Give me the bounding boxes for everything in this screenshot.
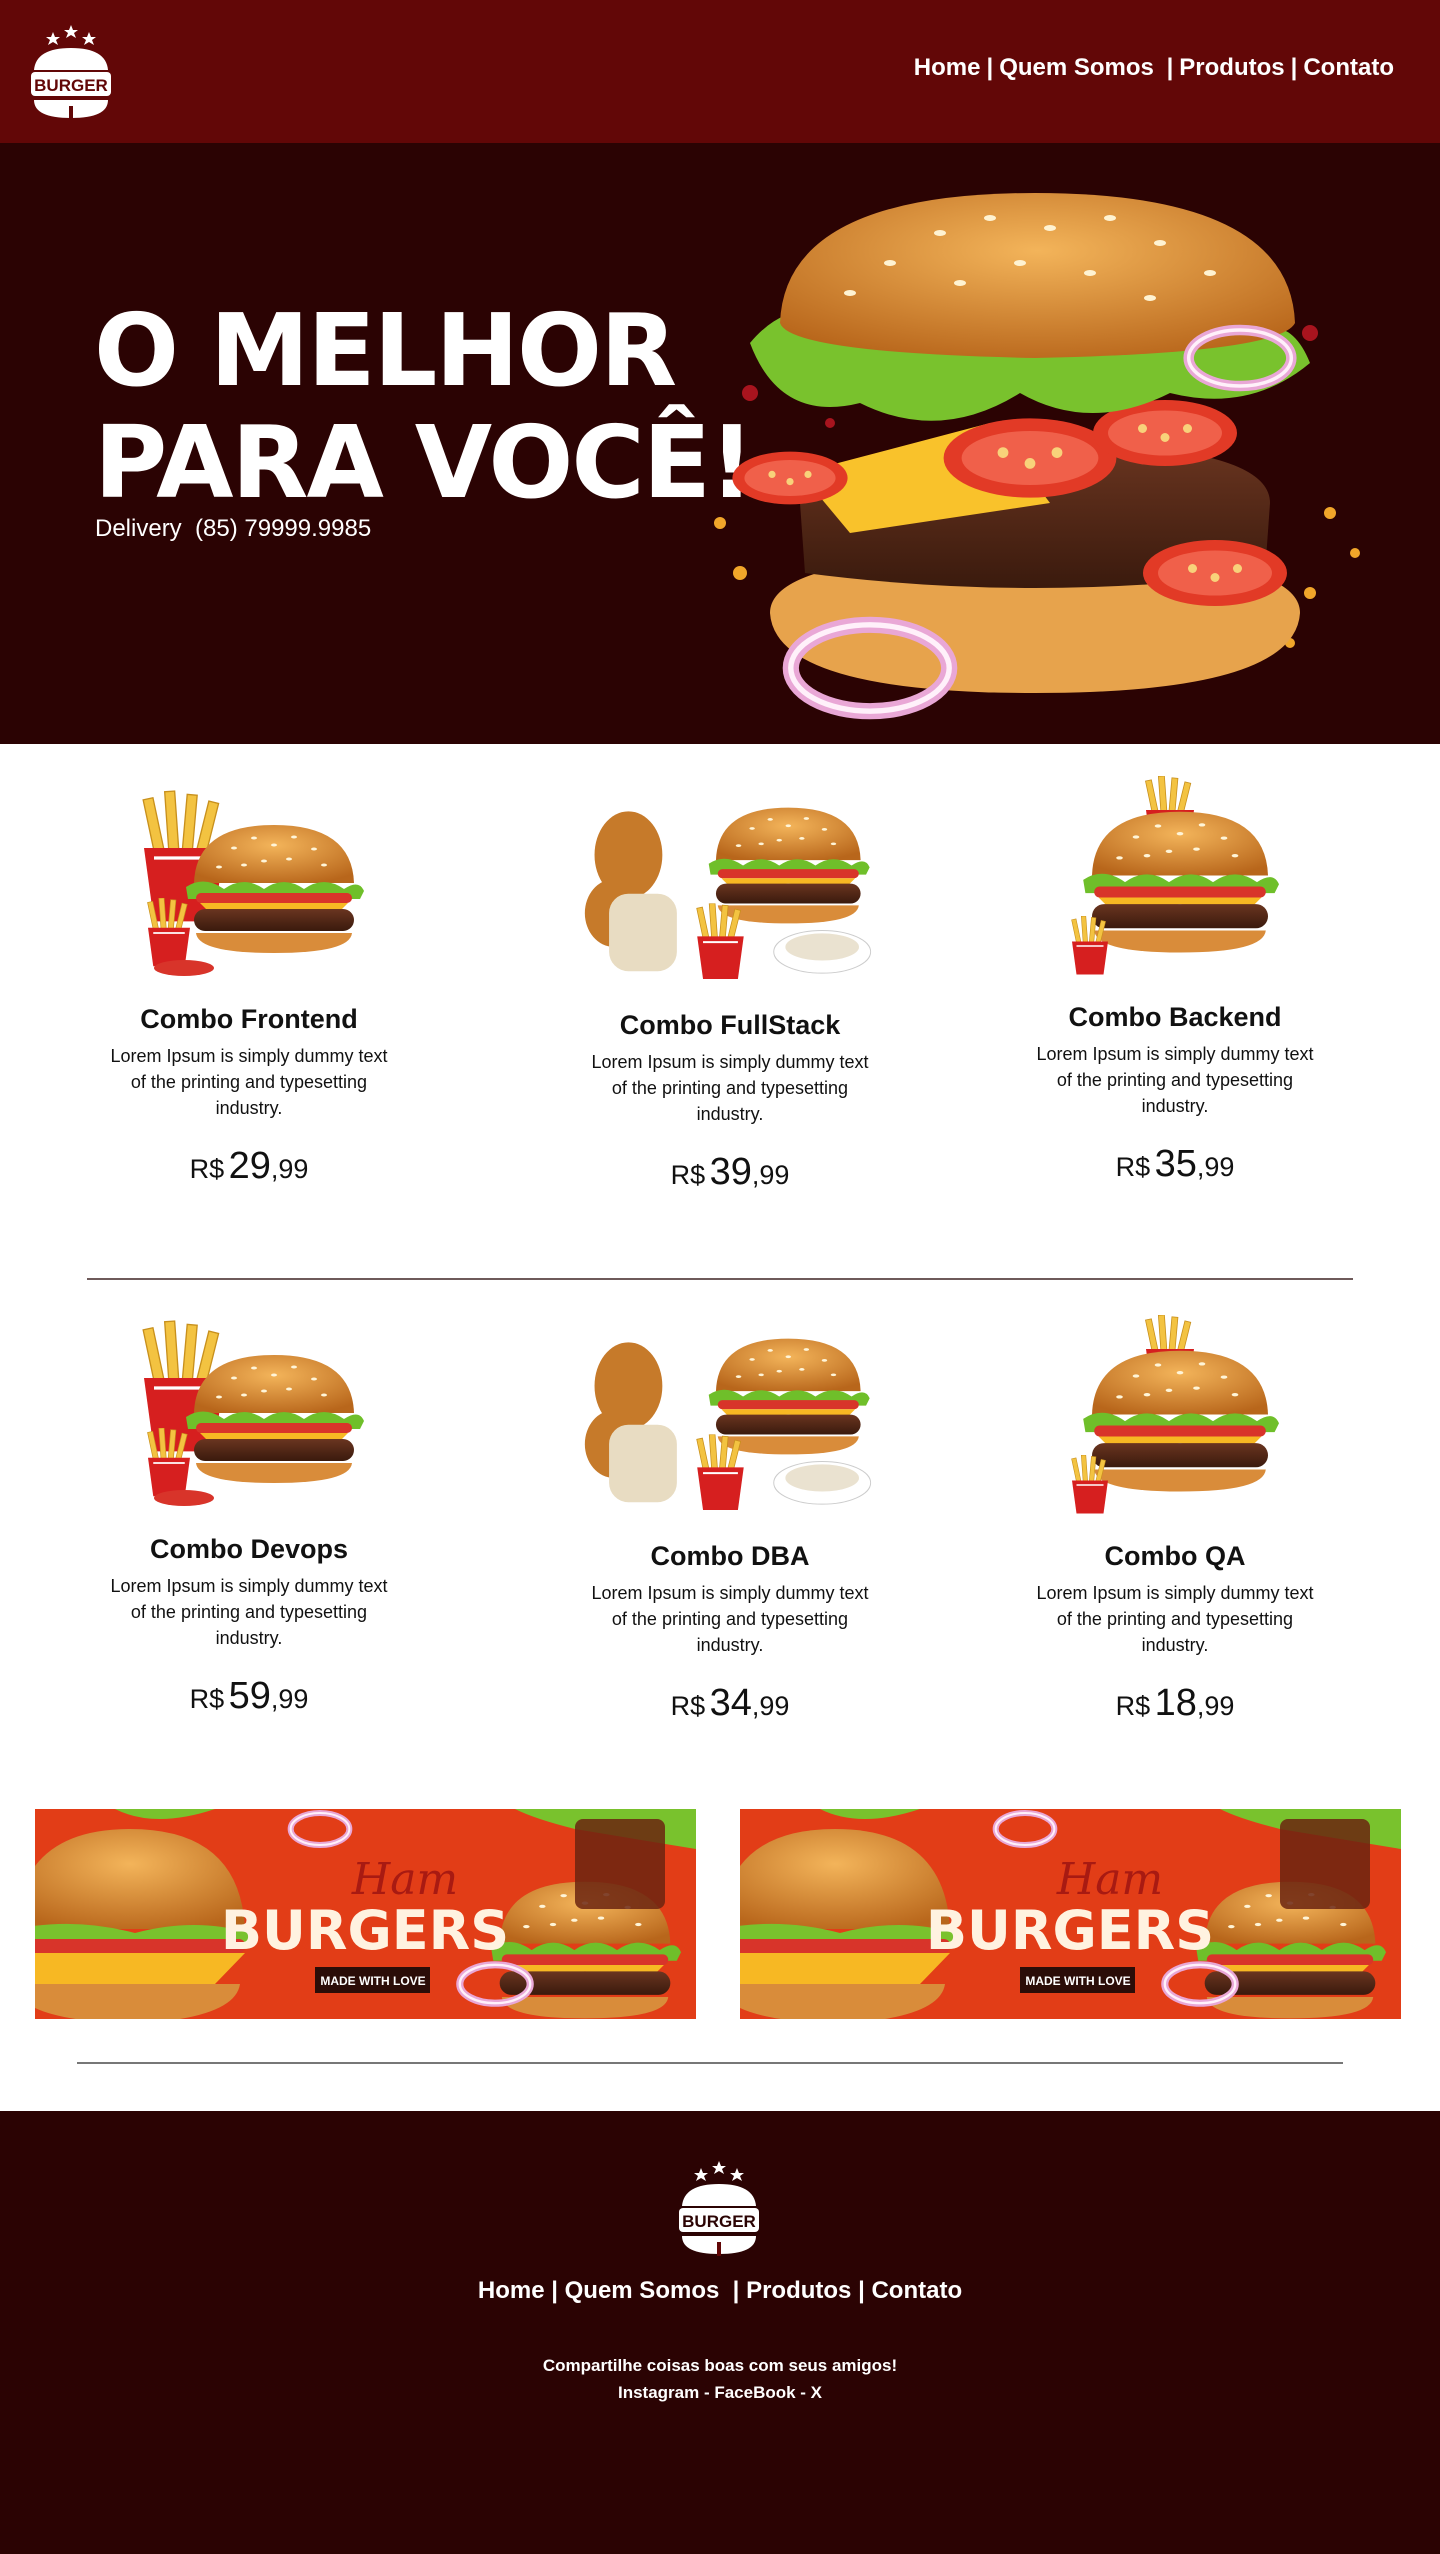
footer-nav-contato[interactable]: Contato: [871, 2277, 962, 2304]
price-integer: 39: [709, 1151, 752, 1193]
combo-fries-drink-icon: [141, 1319, 364, 1506]
banner-title: BURGERS: [221, 1899, 509, 1962]
product-card[interactable]: Combo Backend Lorem Ipsum is simply dumm…: [1025, 776, 1325, 1186]
hero-delivery: Delivery (85) 79999.9985: [95, 515, 371, 543]
logo-text: BURGER: [682, 2212, 756, 2231]
product-card[interactable]: Combo QA Lorem Ipsum is simply dummy tex…: [1025, 1315, 1325, 1725]
price-cents: ,99: [751, 1160, 790, 1190]
nav-produtos[interactable]: Produtos: [1179, 54, 1284, 81]
price-currency: R$: [670, 1691, 706, 1721]
nav-separator: |: [1166, 54, 1174, 81]
product-description: Lorem Ipsum is simply dummy text of the …: [1036, 1583, 1314, 1655]
burger-fries-icon: [1070, 1315, 1279, 1515]
price-integer: 34: [709, 1682, 752, 1724]
price-currency: R$: [1115, 1152, 1151, 1182]
product-description: Lorem Ipsum is simply dummy text of the …: [110, 1576, 388, 1648]
nav-quem-somos[interactable]: Quem Somos: [999, 54, 1154, 81]
product-card[interactable]: Combo Devops Lorem Ipsum is simply dummy…: [99, 1308, 399, 1718]
nav-separator: |: [551, 2277, 558, 2304]
hero-section: O MELHOR PARA VOCÊ! Delivery (85) 79999.…: [0, 143, 1440, 744]
product-price: R$ 59,99: [99, 1675, 399, 1718]
product-name: Combo Devops: [149, 1534, 349, 1564]
price-currency: R$: [189, 1684, 225, 1714]
product-card[interactable]: Combo DBA Lorem Ipsum is simply dummy te…: [580, 1315, 880, 1725]
footer-share: Compartilhe coisas boas com seus amigos!…: [0, 2352, 1440, 2406]
logo-text: BURGER: [34, 76, 108, 95]
price-integer: 35: [1154, 1143, 1197, 1185]
price-integer: 18: [1154, 1682, 1197, 1724]
product-name: Combo FullStack: [619, 1010, 841, 1040]
promo-banner-art: Ham BURGERS MADE WITH LOVE: [740, 1809, 1401, 2019]
product-card[interactable]: Combo Frontend Lorem Ipsum is simply dum…: [99, 778, 399, 1188]
nav-separator: |: [732, 2277, 740, 2304]
product-price: R$ 39,99: [580, 1151, 880, 1194]
nav-contato[interactable]: Contato: [1303, 54, 1394, 81]
product-name: Combo DBA: [650, 1541, 810, 1571]
hero-title: O MELHOR PARA VOCÊ!: [94, 292, 755, 521]
combo-chicken-fries-icon: [584, 1338, 872, 1512]
product-price: R$ 35,99: [1025, 1143, 1325, 1186]
footer-nav-home[interactable]: Home: [478, 2277, 545, 2304]
footer-nav: Home | Quem Somos | Produtos | Contato: [0, 2277, 1440, 2305]
product-price: R$ 29,99: [99, 1145, 399, 1188]
burger-logo-icon[interactable]: BURGER: [28, 22, 114, 122]
promo-banner[interactable]: Ham BURGERS MADE WITH LOVE: [740, 1809, 1401, 2019]
price-cents: ,99: [270, 1684, 309, 1714]
nav-separator: |: [1290, 54, 1298, 81]
section-divider: [87, 1278, 1353, 1280]
banner-tagline: MADE WITH LOVE: [320, 1974, 425, 1988]
burger-logo-icon[interactable]: BURGER: [676, 2158, 762, 2258]
section-divider: [77, 2062, 1343, 2064]
price-cents: ,99: [270, 1154, 309, 1184]
nav-separator: |: [858, 2277, 865, 2304]
delivery-label: Delivery: [95, 515, 182, 542]
product-card[interactable]: Combo FullStack Lorem Ipsum is simply du…: [580, 784, 880, 1194]
product-description: Lorem Ipsum is simply dummy text of the …: [1036, 1044, 1314, 1116]
site-header: BURGER Home | Quem Somos | Produtos | Contato: [0, 0, 1440, 143]
combo-fries-drink-icon: [141, 789, 364, 976]
price-integer: 29: [228, 1145, 271, 1187]
price-currency: R$: [189, 1154, 225, 1184]
price-cents: ,99: [1196, 1691, 1235, 1721]
footer-nav-quem-somos[interactable]: Quem Somos: [565, 2277, 720, 2304]
hero-title-line1: O MELHOR: [94, 292, 677, 409]
product-name: Combo Backend: [1068, 1002, 1282, 1032]
banner-tagline: MADE WITH LOVE: [1025, 1974, 1130, 1988]
promo-banner-art: Ham BURGERS MADE WITH LOVE: [35, 1809, 696, 2019]
burger-fries-icon: [1070, 776, 1279, 976]
price-cents: ,99: [751, 1691, 790, 1721]
product-price: R$ 34,99: [580, 1682, 880, 1725]
price-cents: ,99: [1196, 1152, 1235, 1182]
product-description: Lorem Ipsum is simply dummy text of the …: [591, 1583, 869, 1655]
banner-script: Ham: [1056, 1854, 1163, 1905]
nav-home[interactable]: Home: [914, 54, 981, 81]
hero-title-line2: PARA VOCÊ!: [94, 404, 755, 521]
footer-nav-produtos[interactable]: Produtos: [746, 2277, 851, 2304]
product-price: R$ 18,99: [1025, 1682, 1325, 1725]
product-description: Lorem Ipsum is simply dummy text of the …: [110, 1046, 388, 1118]
price-currency: R$: [670, 1160, 706, 1190]
delivery-phone[interactable]: (85) 79999.9985: [195, 515, 371, 542]
social-links[interactable]: Instagram - FaceBook - X: [0, 2379, 1440, 2406]
share-message: Compartilhe coisas boas com seus amigos!: [542, 2356, 898, 2375]
product-name: Combo Frontend: [140, 1004, 358, 1034]
promo-banner[interactable]: Ham BURGERS MADE WITH LOVE: [35, 1809, 696, 2019]
combo-chicken-fries-icon: [584, 807, 872, 981]
nav-separator: |: [986, 54, 994, 81]
product-name: Combo QA: [1104, 1541, 1246, 1571]
banner-title: BURGERS: [926, 1899, 1214, 1962]
product-description: Lorem Ipsum is simply dummy text of the …: [591, 1052, 869, 1124]
banner-script: Ham: [351, 1854, 458, 1905]
price-currency: R$: [1115, 1691, 1151, 1721]
header-nav: Home | Quem Somos | Produtos | Contato: [914, 54, 1394, 82]
hero-burger-icon: [714, 193, 1360, 733]
price-integer: 59: [228, 1675, 271, 1717]
